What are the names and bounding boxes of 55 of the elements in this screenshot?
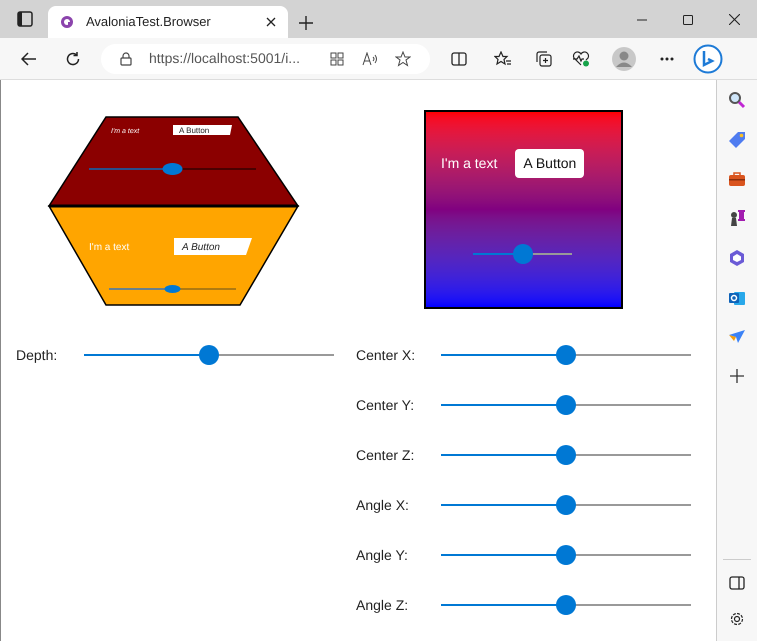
copilot-icon[interactable] (693, 44, 723, 74)
tag-icon[interactable] (728, 131, 746, 149)
favorites-icon[interactable] (494, 50, 512, 66)
tab-title: AvaloniaTest.Browser (86, 13, 212, 32)
paper-plane-icon[interactable] (728, 329, 746, 345)
slider-thumb[interactable] (164, 285, 180, 293)
heart-pulse-icon[interactable] (572, 50, 590, 66)
new-tab-icon[interactable] (299, 16, 313, 30)
slider-thumb[interactable] (199, 345, 219, 365)
tab-actions-icon[interactable] (17, 11, 33, 27)
add-icon[interactable] (730, 369, 744, 383)
grid-icon[interactable] (330, 52, 344, 66)
slider-label: Angle Y: (356, 546, 409, 565)
slider-thumb[interactable] (556, 395, 576, 415)
face-text: I'm a text (89, 242, 130, 253)
app-logo-icon (60, 15, 74, 29)
slider-thumb[interactable] (556, 595, 576, 615)
slider-label: Center X: (356, 346, 416, 364)
url-text: https://localhost:5001/i... (149, 49, 300, 68)
more-icon[interactable] (660, 56, 674, 60)
settings-icon[interactable] (729, 611, 745, 627)
close-icon[interactable] (729, 14, 740, 25)
back-icon[interactable] (21, 52, 37, 66)
browser-tab[interactable]: AvaloniaTest.Browser (48, 6, 288, 38)
search-icon[interactable] (728, 91, 746, 109)
toolbox-icon[interactable] (728, 171, 746, 187)
maximize-icon[interactable] (683, 15, 693, 25)
slider-thumb[interactable] (556, 345, 576, 365)
lock-icon (120, 52, 132, 66)
sidebar-toggle-icon[interactable] (729, 576, 745, 590)
mail-app-icon[interactable] (728, 289, 746, 307)
slider-thumb[interactable] (512, 244, 532, 264)
slider-thumb[interactable] (556, 445, 576, 465)
panel-button[interactable]: A Button (515, 149, 584, 178)
slider-label: Center Y: (356, 396, 416, 414)
slider-label: Depth: (16, 346, 58, 365)
face-button[interactable]: A Button (173, 125, 232, 135)
chess-pieces-icon[interactable] (728, 209, 746, 227)
collections-icon[interactable] (536, 50, 552, 66)
slider-label: Angle Z: (356, 596, 410, 615)
address-bar[interactable]: https://localhost:5001/i... (101, 44, 430, 74)
refresh-icon[interactable] (65, 50, 81, 66)
profile-avatar-icon[interactable] (612, 46, 636, 70)
split-screen-icon[interactable] (451, 52, 467, 66)
slider-label: Center Z: (356, 446, 416, 464)
office-logo-icon[interactable] (728, 249, 746, 267)
slider-thumb[interactable] (556, 495, 576, 515)
close-icon[interactable] (266, 17, 276, 27)
slider-thumb[interactable] (162, 163, 182, 175)
slider-label: Angle X: (356, 496, 410, 515)
panel-text: I'm a text (441, 154, 498, 173)
read-aloud-icon[interactable] (362, 52, 379, 66)
star-icon[interactable] (395, 50, 411, 66)
slider-thumb[interactable] (556, 545, 576, 565)
face-button[interactable]: A Button (174, 238, 252, 255)
